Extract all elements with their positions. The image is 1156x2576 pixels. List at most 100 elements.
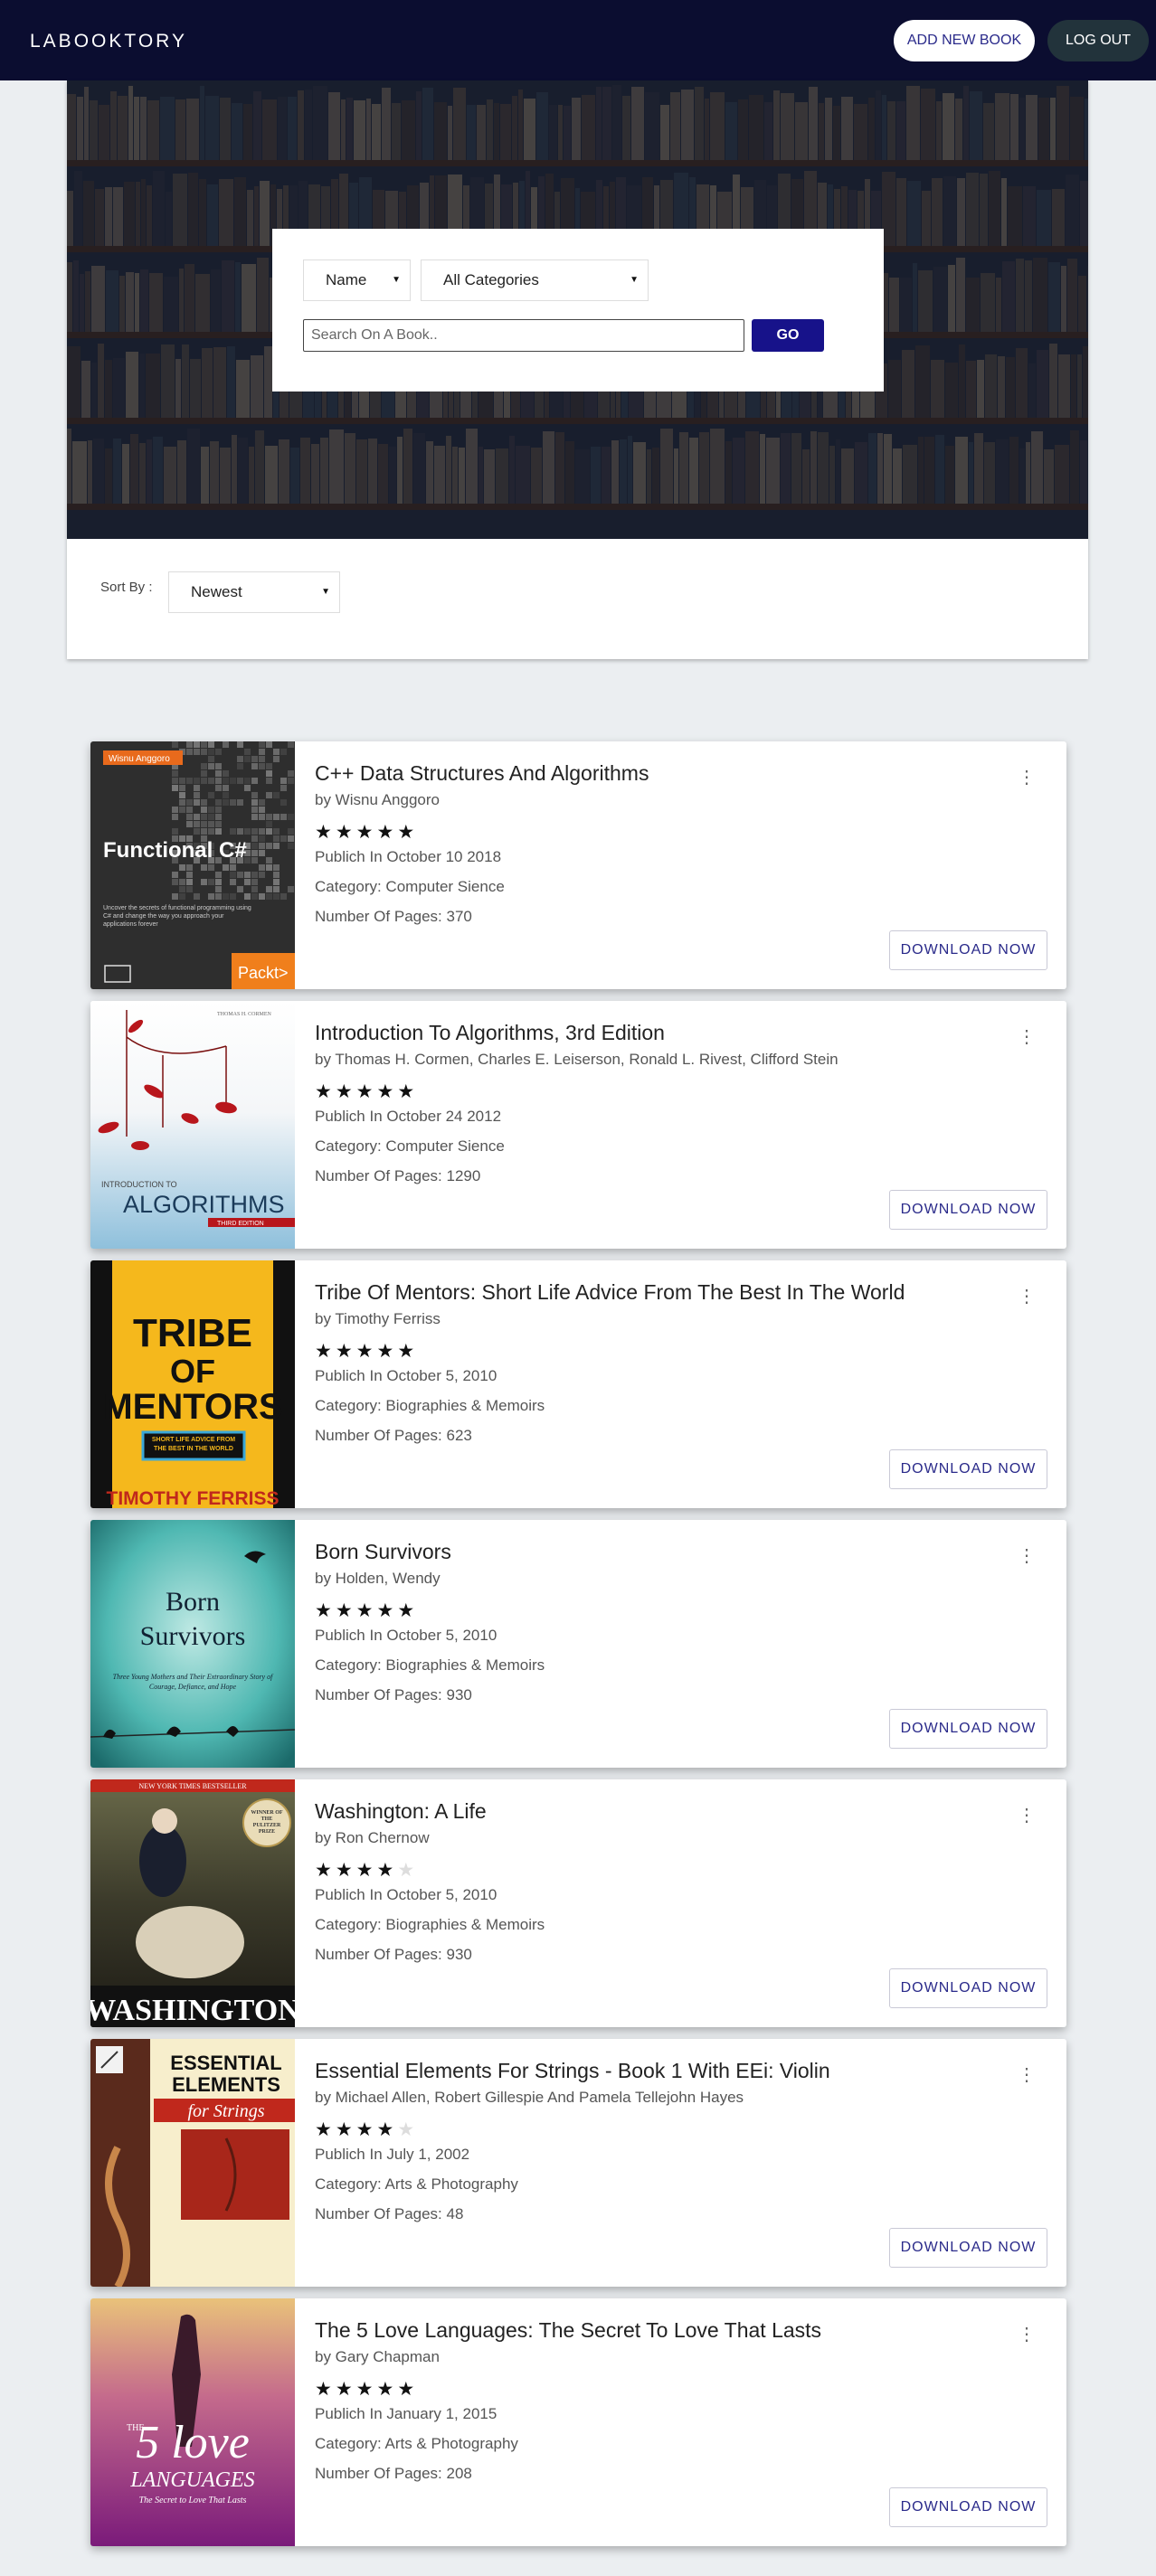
star-filled-icon: ★ bbox=[376, 2119, 398, 2140]
book-card[interactable]: TRIBE OF MENTORS SHORT LIFE ADVICE FROM … bbox=[90, 1260, 1066, 1508]
cover-intro: INTRODUCTION TO bbox=[101, 1180, 177, 1189]
book-cover-image[interactable]: Wisnu Anggoro Functional C# Uncover the … bbox=[90, 741, 295, 989]
book-title[interactable]: The 5 Love Languages: The Secret To Love… bbox=[315, 2318, 821, 2343]
star-filled-icon: ★ bbox=[335, 1341, 356, 1362]
more-options-icon[interactable]: ⋮ bbox=[1018, 1807, 1036, 1825]
page-count: Number Of Pages: 930 bbox=[315, 1686, 472, 1703]
download-button[interactable]: DOWNLOAD NOW bbox=[889, 1968, 1047, 2008]
cover-author: TIMOTHY FERRISS bbox=[107, 1488, 280, 1508]
book-card[interactable]: Born Survivors Three Young Mothers and T… bbox=[90, 1520, 1066, 1768]
more-options-icon[interactable]: ⋮ bbox=[1018, 1288, 1036, 1306]
star-filled-icon: ★ bbox=[376, 1600, 398, 1621]
star-filled-icon: ★ bbox=[335, 2379, 356, 2400]
more-options-icon[interactable]: ⋮ bbox=[1018, 1028, 1036, 1046]
book-category: Category: Biographies & Memoirs bbox=[315, 1656, 545, 1674]
book-author: by Thomas H. Cormen, Charles E. Leiserso… bbox=[315, 1051, 839, 1068]
book-title[interactable]: Tribe Of Mentors: Short Life Advice From… bbox=[315, 1280, 905, 1305]
publish-date: Publich In October 10 2018 bbox=[315, 848, 502, 865]
rating-stars: ★★★★★ bbox=[315, 821, 418, 844]
star-filled-icon: ★ bbox=[355, 822, 377, 843]
star-filled-icon: ★ bbox=[335, 1600, 356, 1621]
star-filled-icon: ★ bbox=[315, 2119, 336, 2140]
page-count: Number Of Pages: 370 bbox=[315, 908, 472, 925]
more-options-icon[interactable]: ⋮ bbox=[1018, 2066, 1036, 2084]
book-card[interactable]: NEW YORK TIMES BESTSELLER WINNER OF THE … bbox=[90, 1779, 1066, 2027]
library-hero-image: Name ▼ All Categories ▼ GO bbox=[67, 80, 1088, 539]
star-filled-icon: ★ bbox=[335, 1081, 356, 1102]
download-button[interactable]: DOWNLOAD NOW bbox=[889, 930, 1047, 970]
cover-banner: NEW YORK TIMES BESTSELLER bbox=[138, 1782, 247, 1790]
star-filled-icon: ★ bbox=[355, 2379, 377, 2400]
star-filled-icon: ★ bbox=[315, 1081, 336, 1102]
caret-down-icon: ▼ bbox=[321, 587, 330, 597]
star-filled-icon: ★ bbox=[355, 1081, 377, 1102]
rating-stars: ★★★★★ bbox=[315, 1599, 418, 1622]
star-filled-icon: ★ bbox=[335, 2119, 356, 2140]
book-title[interactable]: C++ Data Structures And Algorithms bbox=[315, 761, 649, 786]
download-button[interactable]: DOWNLOAD NOW bbox=[889, 2228, 1047, 2268]
download-button[interactable]: DOWNLOAD NOW bbox=[889, 1449, 1047, 1489]
book-cover-image[interactable]: THOMAS H. CORMEN INTRODUCTION TO ALGORIT… bbox=[90, 1001, 295, 1249]
star-filled-icon: ★ bbox=[376, 2379, 398, 2400]
book-card[interactable]: ESSENTIAL ELEMENTS for Strings Essential… bbox=[90, 2039, 1066, 2287]
more-options-icon[interactable]: ⋮ bbox=[1018, 2326, 1036, 2344]
cover-line2: ELEMENTS bbox=[172, 2073, 280, 2096]
more-options-icon[interactable]: ⋮ bbox=[1018, 769, 1036, 787]
cover-line1: TRIBE bbox=[133, 1311, 252, 1355]
cover-author: Wisnu Anggoro bbox=[109, 754, 170, 764]
book-card[interactable]: THE 5 love LANGUAGES The Secret to Love … bbox=[90, 2298, 1066, 2546]
category-select[interactable]: All Categories ▼ bbox=[421, 259, 649, 301]
page-count: Number Of Pages: 930 bbox=[315, 1946, 472, 1963]
rating-stars: ★★★★★ bbox=[315, 1080, 418, 1103]
cover-title: Functional C# bbox=[103, 838, 247, 863]
star-filled-icon: ★ bbox=[315, 2379, 336, 2400]
search-box: Name ▼ All Categories ▼ GO bbox=[272, 229, 884, 392]
star-filled-icon: ★ bbox=[335, 1860, 356, 1881]
download-button[interactable]: DOWNLOAD NOW bbox=[889, 2487, 1047, 2527]
star-filled-icon: ★ bbox=[376, 1860, 398, 1881]
page-count: Number Of Pages: 623 bbox=[315, 1427, 472, 1444]
star-filled-icon: ★ bbox=[315, 1341, 336, 1362]
go-button[interactable]: GO bbox=[752, 319, 824, 352]
book-cover-image[interactable]: Born Survivors Three Young Mothers and T… bbox=[90, 1520, 295, 1768]
sort-label: Sort By : bbox=[100, 580, 153, 595]
navbar: LABOOKTORY ADD NEW BOOK LOG OUT bbox=[0, 0, 1156, 80]
book-card[interactable]: Wisnu Anggoro Functional C# Uncover the … bbox=[90, 741, 1066, 989]
book-cover-image[interactable]: NEW YORK TIMES BESTSELLER WINNER OF THE … bbox=[90, 1779, 295, 2027]
star-filled-icon: ★ bbox=[355, 2119, 377, 2140]
cover-badge: WINNER OF THE PULITZER PRIZE bbox=[251, 1810, 283, 1835]
search-field-select[interactable]: Name ▼ bbox=[303, 259, 411, 301]
publish-date: Publich In October 5, 2010 bbox=[315, 1367, 497, 1384]
cover-subtitle: The Secret to Love That Lasts bbox=[138, 2496, 247, 2505]
category-value: All Categories bbox=[443, 271, 539, 288]
book-category: Category: Arts & Photography bbox=[315, 2175, 518, 2193]
publish-date: Publich In October 5, 2010 bbox=[315, 1627, 497, 1644]
book-category: Category: Computer Sience bbox=[315, 878, 505, 895]
rating-stars: ★★★★★ bbox=[315, 1859, 418, 1882]
star-filled-icon: ★ bbox=[376, 1081, 398, 1102]
logout-button[interactable]: LOG OUT bbox=[1047, 20, 1149, 61]
book-cover-image[interactable]: ESSENTIAL ELEMENTS for Strings bbox=[90, 2039, 295, 2287]
book-title[interactable]: Washington: A Life bbox=[315, 1799, 487, 1824]
brand-logo[interactable]: LABOOKTORY bbox=[30, 31, 187, 52]
download-button[interactable]: DOWNLOAD NOW bbox=[889, 1709, 1047, 1749]
star-empty-icon: ★ bbox=[397, 1860, 419, 1881]
book-title[interactable]: Introduction To Algorithms, 3rd Edition bbox=[315, 1021, 665, 1045]
book-title[interactable]: Essential Elements For Strings - Book 1 … bbox=[315, 2059, 830, 2083]
more-options-icon[interactable]: ⋮ bbox=[1018, 1547, 1036, 1565]
add-new-book-button[interactable]: ADD NEW BOOK bbox=[894, 20, 1035, 61]
search-input[interactable] bbox=[303, 319, 744, 352]
star-filled-icon: ★ bbox=[355, 1860, 377, 1881]
book-category: Category: Computer Sience bbox=[315, 1137, 505, 1155]
book-cover-image[interactable]: TRIBE OF MENTORS SHORT LIFE ADVICE FROM … bbox=[90, 1260, 295, 1508]
book-card[interactable]: THOMAS H. CORMEN INTRODUCTION TO ALGORIT… bbox=[90, 1001, 1066, 1249]
cover-line2: OF bbox=[170, 1353, 215, 1390]
page-count: Number Of Pages: 1290 bbox=[315, 1167, 481, 1184]
sort-value: Newest bbox=[191, 583, 242, 600]
book-cover-image[interactable]: THE 5 love LANGUAGES The Secret to Love … bbox=[90, 2298, 295, 2546]
download-button[interactable]: DOWNLOAD NOW bbox=[889, 1190, 1047, 1230]
sort-select[interactable]: Newest ▼ bbox=[168, 571, 340, 613]
star-filled-icon: ★ bbox=[315, 1600, 336, 1621]
book-title[interactable]: Born Survivors bbox=[315, 1540, 451, 1564]
publish-date: Publich In January 1, 2015 bbox=[315, 2405, 497, 2422]
